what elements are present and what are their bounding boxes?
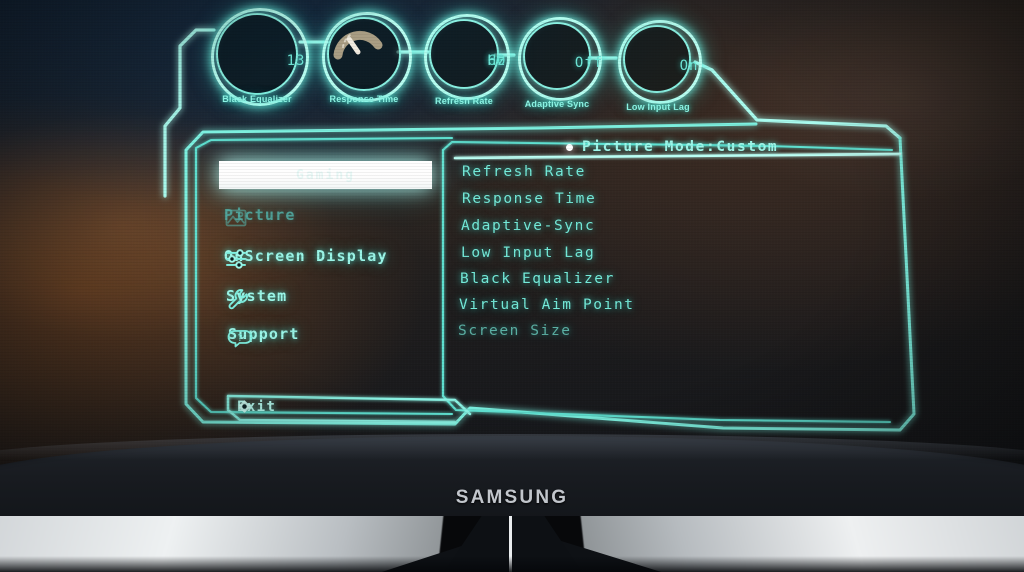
panel-item-response-time[interactable]: Response Time — [462, 191, 596, 207]
dial-ring-inner — [327, 17, 401, 91]
sidebar-item-support[interactable]: ? Support — [227, 325, 300, 348]
dial-response-time[interactable] — [322, 12, 412, 102]
gauge-dial-icon — [333, 31, 383, 60]
dial-black-equalizer[interactable]: 13 — [211, 8, 309, 106]
dial-value: On — [679, 58, 699, 74]
panel-item-adaptive-sync[interactable]: Adaptive-Sync — [461, 218, 595, 234]
svg-text:?: ? — [237, 333, 243, 344]
monitor-stand — [0, 516, 1024, 572]
joystick-diamond-icon — [238, 400, 251, 413]
dial-label-adaptive-sync: Adaptive Sync — [524, 99, 590, 109]
stand-shadow — [0, 556, 1024, 572]
panel-item-screen-size[interactable]: Screen Size — [458, 323, 572, 339]
panel-header-picture-mode: Picture Mode:Custom — [566, 139, 778, 155]
dial-label-response-time: Response Time — [329, 94, 399, 104]
sidebar-item-gaming-selected[interactable]: Gaming — [219, 161, 432, 189]
brand-logo: SAMSUNG — [455, 487, 569, 508]
sliders-icon — [226, 249, 246, 269]
picture-icon — [225, 209, 247, 227]
dial-label-low-input-lag: Low Input Lag — [626, 102, 690, 112]
dial-ring-inner: 13 — [216, 13, 304, 95]
sidebar-item-label: OnScreen Display — [224, 247, 388, 265]
panel-item-refresh-rate[interactable]: Refresh Rate — [462, 164, 586, 180]
dial-label-black-equalizer: Black Equalizer — [222, 94, 292, 104]
panel-item-black-equalizer[interactable]: Black Equalizer — [460, 271, 615, 287]
panel-item-virtual-aim-point[interactable]: Virtual Aim Point — [459, 297, 635, 313]
dial-low-input-lag[interactable]: On — [618, 20, 702, 104]
dial-adaptive-sync[interactable]: Off — [518, 17, 602, 101]
help-cloud-icon: ? — [227, 330, 253, 348]
dial-ring-inner: Off — [523, 22, 602, 90]
dial-value: Off — [574, 55, 604, 71]
exit-button[interactable]: Exit — [237, 399, 276, 415]
panel-header-label: Picture Mode:Custom — [582, 139, 779, 155]
sidebar-item-system[interactable]: System — [226, 287, 287, 310]
panel-item-low-input-lag[interactable]: Low Input Lag — [461, 245, 595, 261]
sidebar-item-onscreen-display[interactable]: OnScreen Display — [224, 247, 388, 269]
wrench-icon — [228, 289, 248, 310]
bullet-icon — [566, 143, 573, 151]
dial-refresh-rate[interactable]: 60 Hz — [424, 14, 510, 100]
osd-frame-lines — [163, 28, 916, 432]
sidebar-item-picture[interactable]: Picture — [224, 206, 296, 227]
monitor-photo: 13 Black Equalizer Response Time 60 Hz R… — [0, 0, 1024, 572]
osd-overlay: 13 Black Equalizer Response Time 60 Hz R… — [0, 0, 1024, 470]
sidebar-item-label: Gaming — [296, 167, 355, 183]
dial-ring-inner: 60 Hz — [429, 19, 505, 89]
dial-ring-inner: On — [623, 25, 697, 93]
